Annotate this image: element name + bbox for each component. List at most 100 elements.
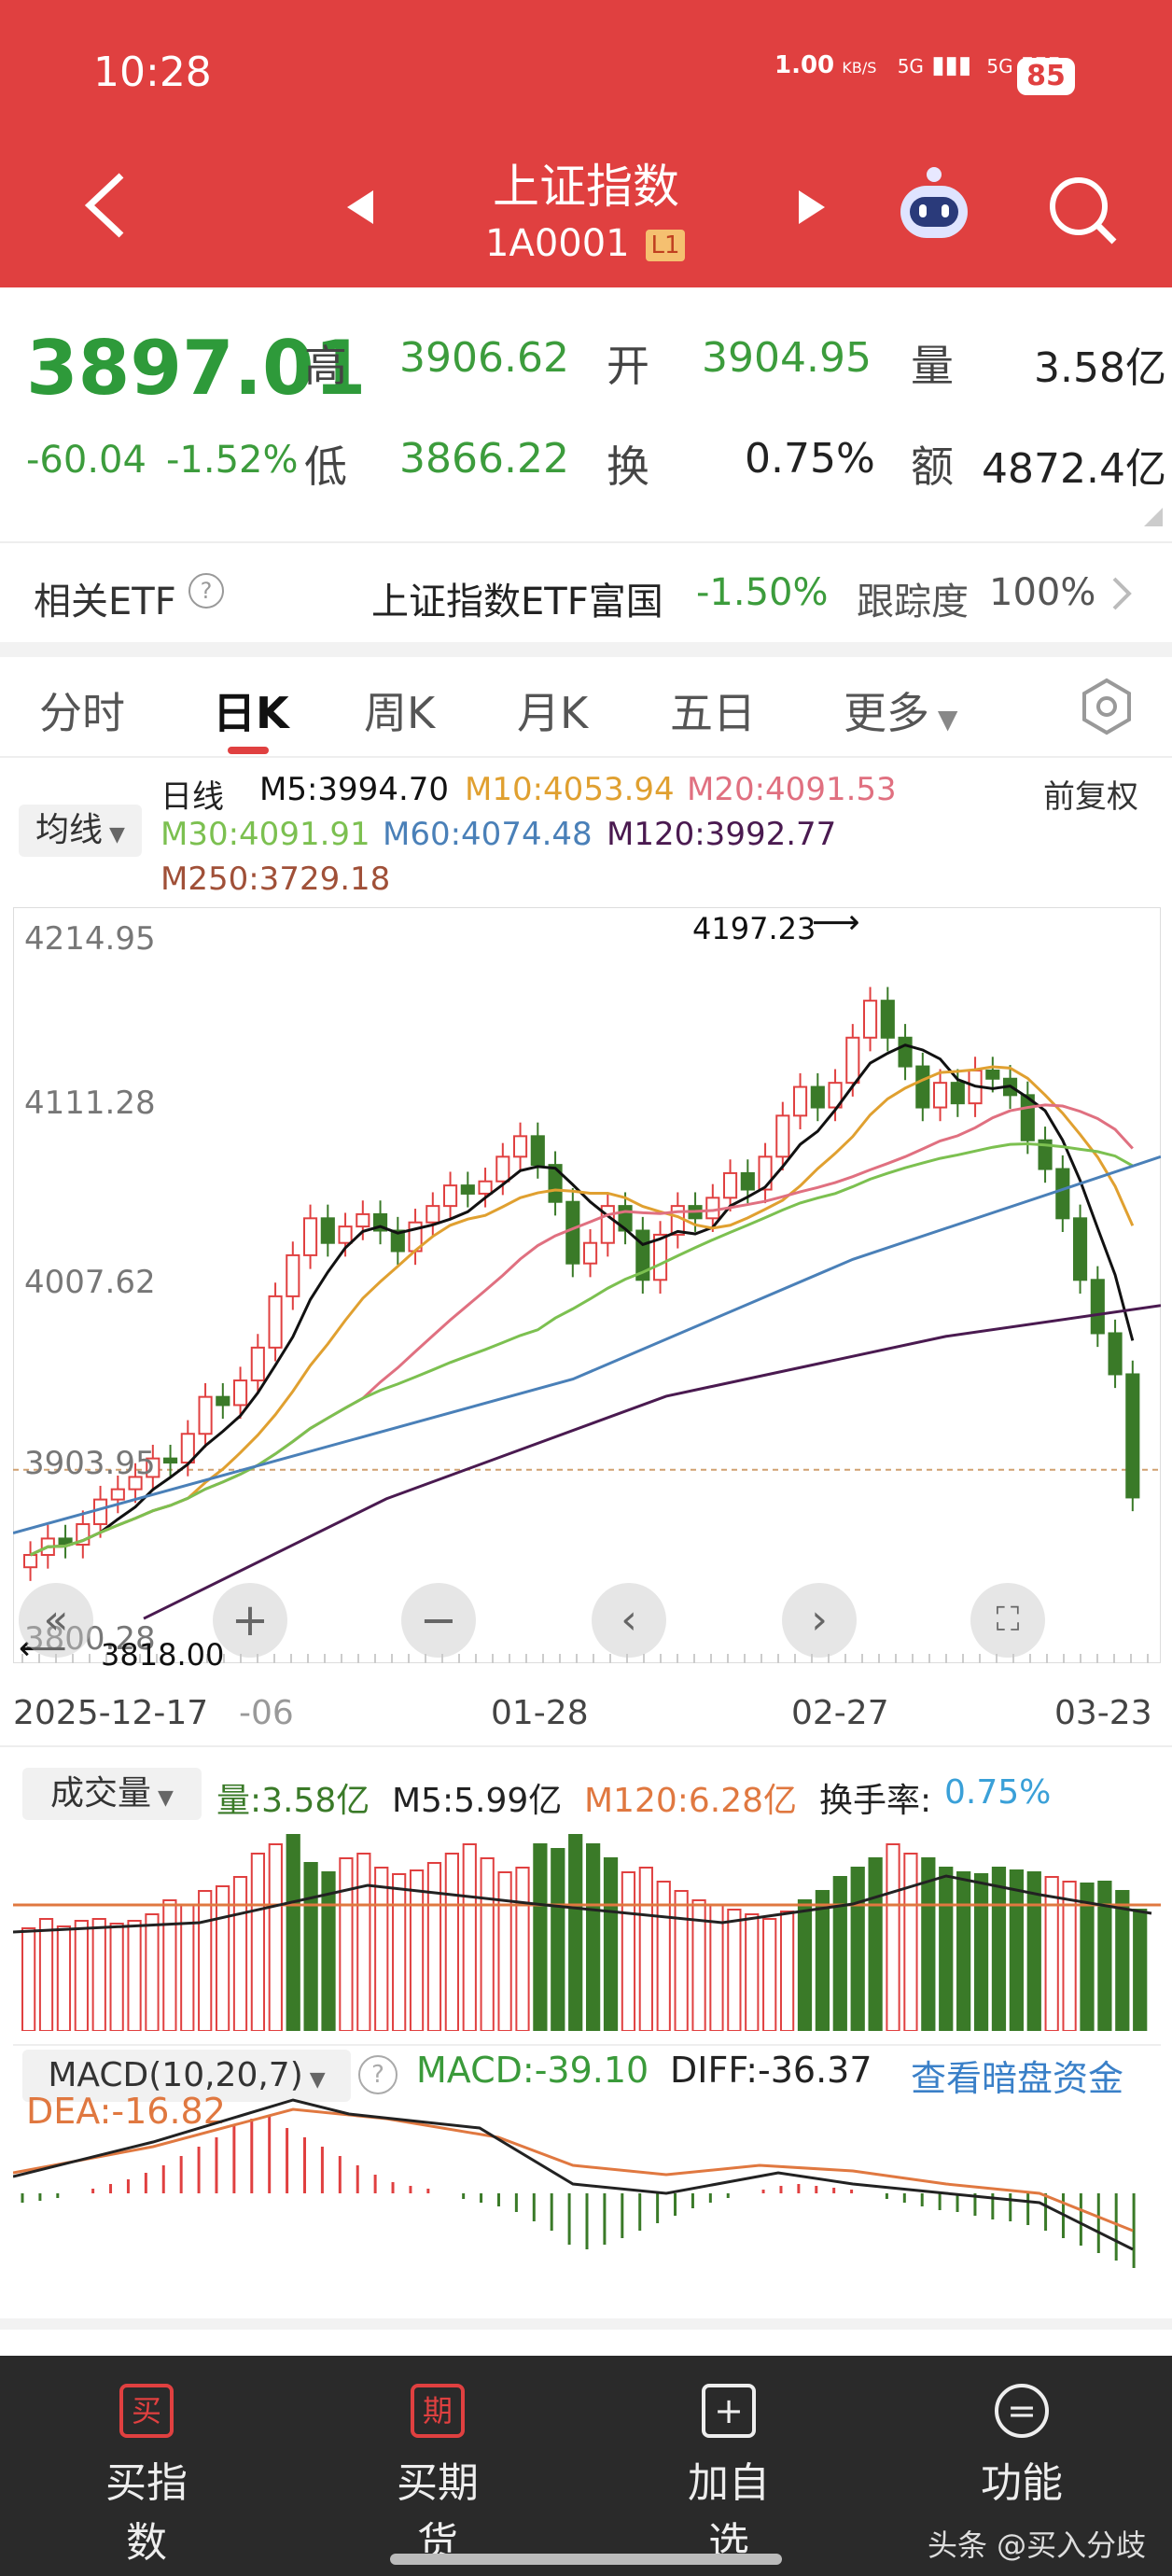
y-tick-4: 3903.95 — [24, 1445, 156, 1482]
robot-assistant-icon[interactable] — [891, 163, 977, 247]
volume-bar — [162, 1899, 177, 2031]
section-gap — [0, 2318, 1172, 2330]
volume-bar — [303, 1862, 318, 2031]
help-icon[interactable]: ? — [358, 2055, 398, 2094]
search-icon[interactable] — [1045, 173, 1120, 247]
nav-label: 加自选 — [688, 2459, 770, 2567]
volume-bar — [762, 1918, 777, 2031]
volume-bar — [1133, 1909, 1148, 2031]
volume-bar — [921, 1857, 936, 2031]
candlestick-chart[interactable] — [13, 907, 1161, 1663]
watermark: 头条 @买入分歧 — [928, 2527, 1147, 2563]
ma120-line — [143, 1304, 1161, 1620]
divider — [0, 1745, 1172, 1747]
candle — [1073, 1217, 1088, 1281]
etf-name: 上证指数ETF富国 — [371, 581, 663, 623]
min-price-mark: 3818.00 — [101, 1637, 225, 1673]
volume-bar — [956, 1871, 971, 2031]
rewind-button[interactable]: « — [19, 1583, 93, 1658]
candle — [426, 1205, 440, 1224]
tab-intraday[interactable]: 分时 — [39, 679, 125, 741]
volume-bar — [74, 1920, 89, 2031]
chart-frame — [13, 907, 1161, 1663]
indicator-label: 均线 — [35, 811, 104, 849]
candle — [303, 1217, 318, 1256]
candle — [705, 1197, 720, 1220]
ma-line — [29, 1142, 1134, 1557]
candle — [356, 1212, 370, 1228]
level-badge: L1 — [646, 230, 685, 261]
candle — [1055, 1168, 1070, 1220]
dropdown-icon: ▼ — [151, 1786, 174, 1810]
candle — [583, 1241, 598, 1265]
adjust-label[interactable]: 前复权 — [1043, 771, 1138, 817]
chart-settings-icon[interactable] — [1077, 677, 1137, 736]
zoom-out-button[interactable]: − — [401, 1583, 476, 1658]
scroll-left-button[interactable]: ‹ — [592, 1583, 666, 1658]
track-label: 跟踪度 — [857, 581, 969, 623]
network-speed: 1.00 — [774, 51, 835, 79]
nav-functions[interactable]: = 功能 — [961, 2384, 1082, 2509]
volume-bar — [286, 1834, 300, 2031]
high-value: 3906.62 — [399, 334, 569, 382]
fullscreen-button[interactable]: ⛶ — [970, 1583, 1045, 1658]
candle — [460, 1184, 475, 1195]
volume-chart[interactable] — [13, 1820, 1161, 2031]
zoom-in-button[interactable]: + — [213, 1583, 287, 1658]
price-change: -60.04 — [26, 439, 146, 482]
macd-value: MACD:-39.10 — [416, 2050, 649, 2091]
max-arrow-icon: ⟶ — [812, 903, 860, 942]
volume-bar — [638, 1867, 653, 2031]
related-etf-row[interactable]: 相关ETF ? 上证指数ETF富国 -1.50% 跟踪度 100% — [0, 543, 1172, 642]
candle — [565, 1200, 580, 1265]
help-icon[interactable]: ? — [188, 573, 224, 609]
scroll-right-button[interactable]: › — [782, 1583, 857, 1658]
price-change-pct: -1.52% — [166, 439, 299, 482]
volume-bar — [1115, 1890, 1130, 2031]
tab-daily-k[interactable]: 日K — [213, 679, 289, 741]
volume-bar — [444, 1853, 459, 2031]
tab-more[interactable]: 更多 ▼ — [844, 679, 957, 741]
nav-buy-futures[interactable]: 期 买期货 — [377, 2384, 498, 2569]
expand-corner-icon[interactable] — [1144, 508, 1163, 526]
volume-bar — [198, 1890, 213, 2031]
open-value: 3904.95 — [702, 334, 872, 382]
candle — [845, 1036, 860, 1085]
volume-bar — [603, 1857, 619, 2031]
nav-add-watchlist[interactable]: + 加自选 — [668, 2384, 789, 2569]
tab-more-label: 更多 — [844, 688, 929, 738]
volume-bar — [568, 1834, 583, 2031]
volume-indicator-select[interactable]: 成交量 ▼ — [22, 1768, 202, 1820]
candle — [495, 1155, 510, 1183]
ma5-label: M5:3994.70 — [259, 771, 450, 808]
candle — [338, 1225, 353, 1244]
tab-five-day[interactable]: 五日 — [670, 679, 756, 741]
dropdown-icon: ▼ — [929, 704, 958, 735]
next-stock-icon[interactable] — [793, 187, 830, 228]
ma60-line — [13, 1155, 1161, 1534]
tab-weekly-k[interactable]: 周K — [364, 679, 435, 741]
volume-bar — [1026, 1871, 1041, 2031]
volume-bar — [56, 1925, 72, 2031]
volume-bar — [21, 1927, 36, 2031]
volume-bar — [939, 1867, 954, 2031]
section-gap — [0, 642, 1172, 657]
volume-bar — [621, 1871, 636, 2031]
add-icon: + — [702, 2384, 756, 2438]
app-header: 10:28 1.00 KB/S 5G ▮▮▮ 5G ▮▮▮ 85 上证指数 1A… — [0, 0, 1172, 287]
volume-bar — [250, 1853, 266, 2031]
nav-label: 买指数 — [105, 2459, 188, 2567]
macd-chart[interactable] — [13, 2091, 1161, 2305]
candle — [110, 1488, 125, 1501]
volume-bar — [886, 1843, 900, 2031]
volume-bar — [832, 1876, 847, 2031]
volume-bar — [374, 1867, 389, 2031]
buy-icon: 买 — [119, 2384, 174, 2438]
y-tick-1: 4214.95 — [24, 920, 156, 958]
tab-monthly-k[interactable]: 月K — [517, 679, 588, 741]
indicator-select[interactable]: 均线 ▼ — [19, 805, 142, 857]
divider — [13, 2044, 1161, 2046]
nav-buy-index[interactable]: 买 买指数 — [86, 2384, 207, 2569]
candle — [898, 1036, 913, 1068]
tab-active-indicator — [228, 747, 269, 754]
